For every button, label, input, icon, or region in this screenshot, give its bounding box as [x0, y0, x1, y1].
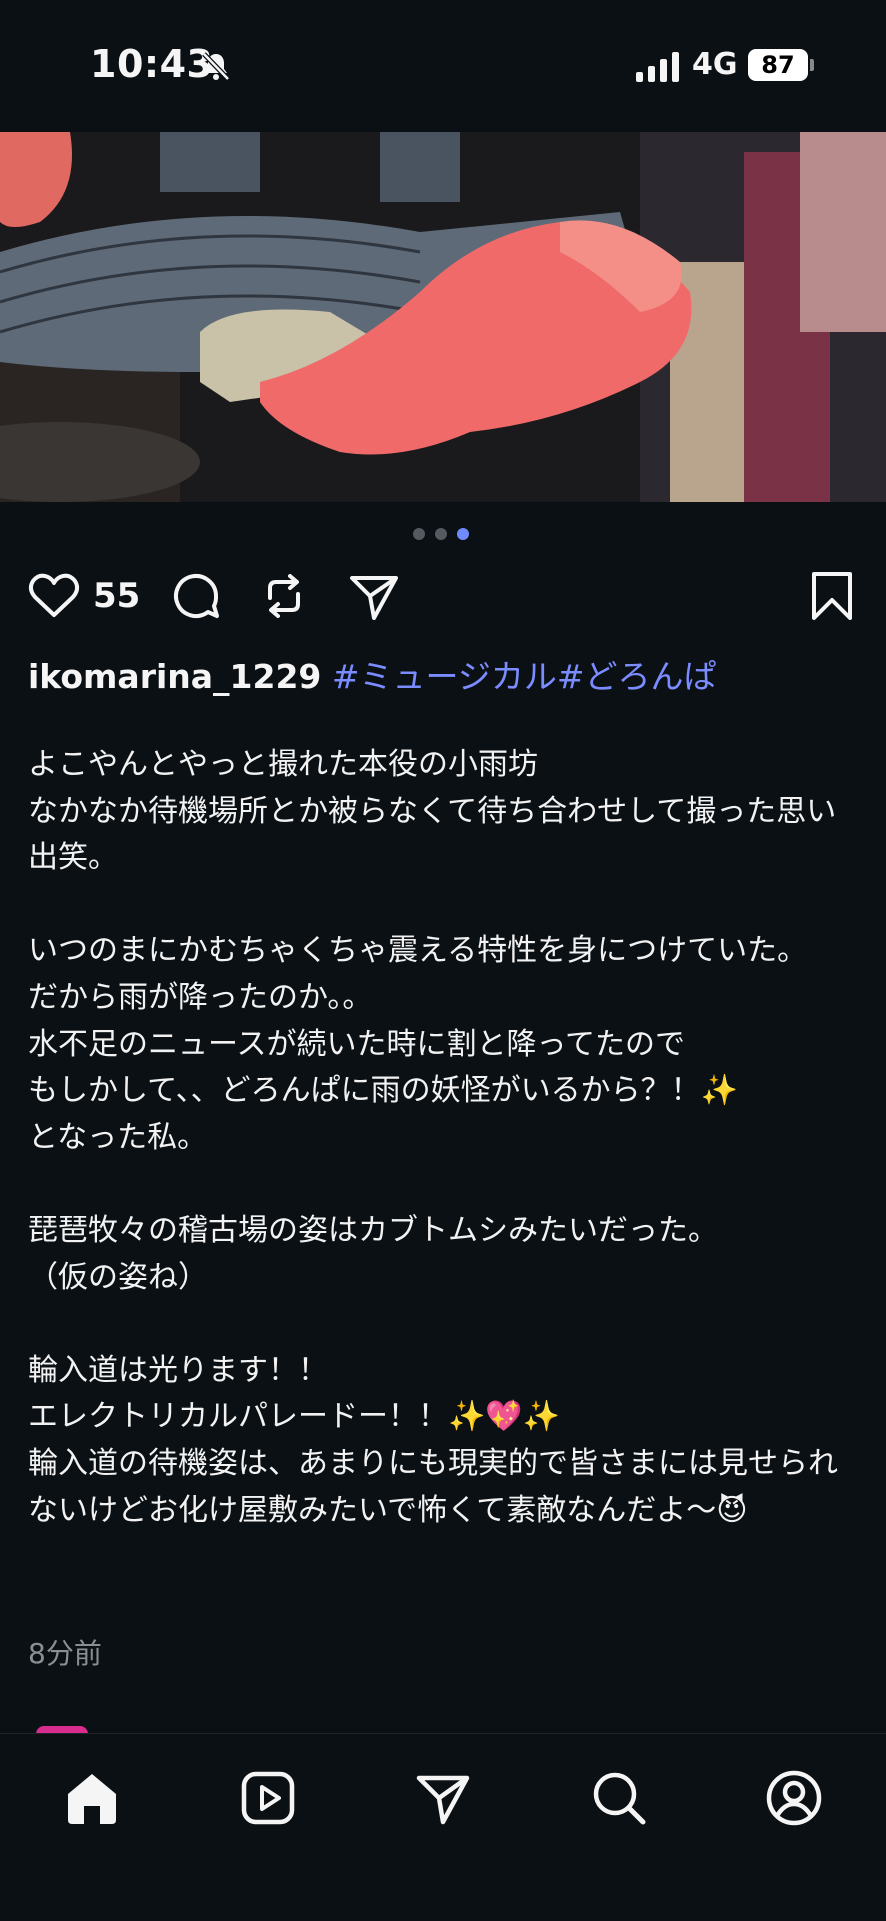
photo-illustration	[0, 132, 886, 502]
username-link[interactable]: ikomarina_1229	[28, 657, 321, 696]
carousel-dot	[435, 528, 447, 540]
send-icon[interactable]	[411, 1766, 475, 1830]
like-count[interactable]: 55	[93, 576, 140, 616]
post-image[interactable]	[0, 132, 886, 502]
hashtag-link[interactable]: #ミュージカル#どろんぱ	[332, 657, 717, 696]
bottom-tab-bar	[0, 1733, 886, 1921]
status-bar: 10:43 4G 87	[0, 0, 886, 132]
comment-icon[interactable]	[168, 568, 224, 624]
battery-tip	[810, 59, 814, 71]
action-bar: 55	[0, 568, 886, 632]
caption-header: ikomarina_1229 #ミュージカル#どろんぱ	[28, 650, 717, 698]
status-time: 10:43	[90, 42, 214, 86]
post-timestamp: 8分前	[28, 1637, 102, 1670]
carousel-dot-active	[457, 528, 469, 540]
post-caption: よこやんとやっと撮れた本役の小雨坊 なかなか待機場所とか被らなくて待ち合わせして…	[28, 747, 838, 1528]
carousel-indicator	[413, 528, 473, 542]
signal-icon	[636, 52, 679, 82]
battery-icon: 87	[748, 49, 808, 81]
share-icon[interactable]	[346, 568, 402, 624]
reels-icon[interactable]	[236, 1766, 300, 1830]
carousel-dot	[413, 528, 425, 540]
heart-icon[interactable]	[26, 568, 82, 624]
profile-icon[interactable]	[762, 1766, 826, 1830]
search-icon[interactable]	[587, 1766, 651, 1830]
home-icon[interactable]	[60, 1766, 124, 1830]
bookmark-icon[interactable]	[804, 568, 860, 624]
repost-icon[interactable]	[256, 568, 312, 624]
battery-level: 87	[761, 51, 795, 79]
bell-muted-icon	[202, 52, 230, 81]
network-type: 4G	[692, 47, 738, 82]
